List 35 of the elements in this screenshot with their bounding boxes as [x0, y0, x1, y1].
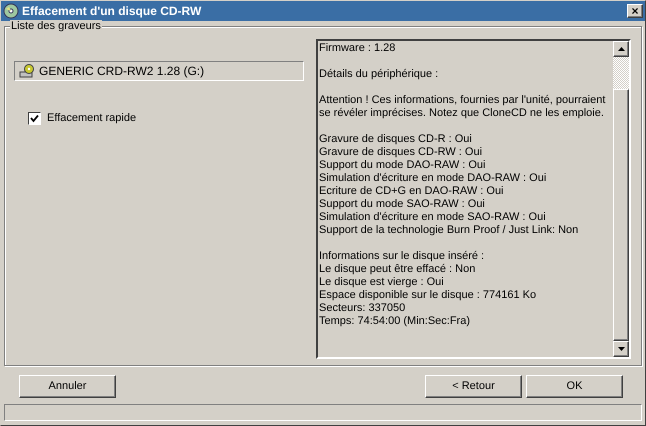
details-text: Informations sur le disque inséré :: [319, 250, 486, 263]
group-title: Liste des graveurs: [10, 20, 102, 33]
details-text: Gravure de disques CD-R : Oui: [319, 133, 473, 146]
details-text: Gravure de disques CD-RW : Oui: [319, 146, 484, 159]
details-text: Support de la technologie Burn Proof / Just Link: Non: [319, 224, 580, 237]
dialog-button[interactable]: < Retour: [425, 375, 522, 398]
details-text: Le disque peut être effacé : Non: [319, 263, 476, 276]
checkbox[interactable]: [28, 112, 41, 125]
details-text: Simulation d'écriture en mode SAO-RAW : Oui: [319, 211, 547, 224]
down-arrow-icon: [618, 347, 624, 351]
details-text: Firmware : 1.28: [319, 42, 396, 55]
details-text: Support du mode SAO-RAW : Oui: [319, 198, 486, 211]
scroll-down-button[interactable]: [613, 341, 629, 357]
details-text: Support du mode DAO-RAW : Oui: [319, 159, 486, 172]
details-text: Espace disponible sur le disque : 774161 Ko: [319, 289, 538, 302]
close-button[interactable]: ×: [627, 4, 643, 18]
details-text: Ecriture de CD+G en DAO-RAW : Oui: [319, 185, 505, 198]
details-text: Le disque est vierge : Oui: [319, 276, 445, 289]
window-title: Effacement d'un disque CD-RW: [22, 3, 202, 20]
disc-icon: [3, 3, 19, 19]
up-arrow-icon: [618, 47, 624, 51]
dialog-button[interactable]: OK: [526, 375, 623, 398]
details-text: Secteurs: 337050: [319, 302, 406, 315]
details-text: Simulation d'écriture en mode DAO-RAW : Oui: [319, 172, 548, 185]
checkbox-label: Effacement rapide: [47, 111, 136, 126]
scroll-up-button[interactable]: [613, 41, 629, 57]
scroll-thumb[interactable]: [613, 89, 629, 341]
details-text: Attention ! Ces informations, fournies par l'unité, pourraient se révéler imprécises. Notez que CloneCD ne les emploie.: [319, 94, 606, 120]
recorder-field[interactable]: GENERIC CRD-RW2 1.28 (G:): [14, 61, 304, 81]
details-text: Temps: 74:54:00 (Min:Sec:Fra): [319, 315, 472, 328]
drive-icon: [19, 64, 35, 78]
details-text: Détails du périphérique :: [319, 68, 440, 81]
dialog-button[interactable]: Annuler: [19, 375, 116, 398]
recorder-name: GENERIC CRD-RW2 1.28 (G:): [39, 63, 204, 80]
scrollbar[interactable]: [613, 41, 629, 357]
